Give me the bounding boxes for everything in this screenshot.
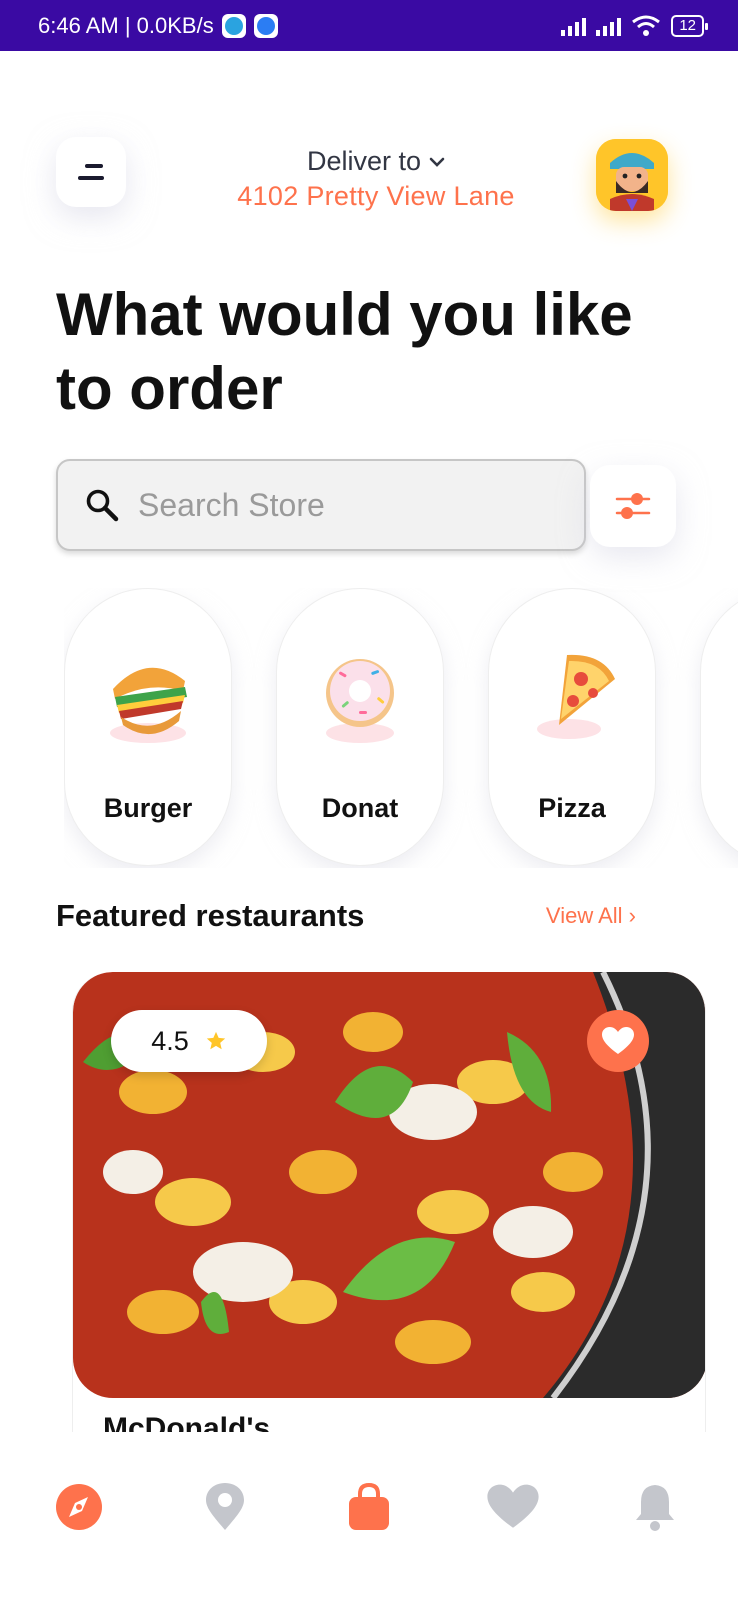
search-input[interactable] [138, 486, 538, 524]
location-pin-icon [206, 1483, 244, 1530]
phone-app-icon [253, 13, 278, 38]
category-label: Burger [103, 793, 193, 823]
nav-cart[interactable] [342, 1480, 396, 1534]
deliver-label-row: Deliver to [307, 146, 445, 177]
filter-button[interactable] [590, 465, 676, 547]
page-title: What would you like to order [56, 281, 633, 422]
rating-badge: 4.5 [111, 1010, 267, 1072]
bottom-nav [0, 1432, 738, 1600]
heart-icon [602, 1027, 634, 1054]
nav-favorites[interactable] [484, 1480, 542, 1534]
category-image [517, 641, 627, 751]
telegram-icon [221, 13, 246, 38]
category-next-peek[interactable] [700, 588, 738, 866]
heart-icon [487, 1484, 539, 1528]
category-label: Donat [321, 793, 399, 823]
category-image [305, 641, 415, 751]
restaurant-name: McDonald's [103, 1412, 271, 1432]
restaurant-image: 4.5 [73, 972, 705, 1398]
search-icon [86, 489, 119, 522]
category-donut[interactable]: Donat [276, 588, 444, 866]
nav-notifications[interactable] [628, 1480, 682, 1534]
avatar-icon [596, 139, 668, 211]
favorite-button[interactable] [587, 1010, 649, 1072]
wifi-icon [632, 15, 661, 36]
avatar[interactable] [596, 139, 668, 211]
category-burger[interactable]: Burger [64, 588, 232, 866]
category-image [93, 641, 203, 751]
signal-icon [561, 16, 587, 36]
battery-icon: 12 [671, 14, 708, 37]
section-title: Featured restaurants [56, 898, 365, 933]
rating-value: 4.5 [151, 1025, 189, 1056]
delivery-address: 4102 Pretty View Lane [237, 181, 515, 211]
category-label: Pizza [538, 793, 606, 823]
compass-icon [56, 1484, 102, 1530]
nav-location[interactable] [198, 1480, 252, 1534]
nav-explore[interactable] [52, 1480, 106, 1534]
view-all-link[interactable]: View All › [546, 903, 636, 929]
chevron-down-icon [429, 157, 445, 167]
donut-icon [326, 659, 394, 743]
burger-icon [110, 667, 187, 743]
restaurant-card[interactable]: 4.5 McDonald's [72, 972, 706, 1432]
search-bar[interactable] [56, 459, 586, 551]
deliver-label: Deliver to [306, 146, 422, 176]
star-icon [206, 1031, 225, 1050]
shopping-bag-icon [349, 1483, 389, 1530]
pizza-icon [537, 654, 615, 739]
menu-icon-line [78, 176, 104, 180]
menu-button[interactable] [56, 137, 126, 207]
filter-icon [615, 493, 651, 519]
category-pizza[interactable]: Pizza [488, 588, 656, 866]
signal-icon [596, 16, 622, 36]
status-time: 6:46 AM | 0.0KB/s [38, 12, 214, 38]
battery-level: 12 [679, 16, 696, 34]
menu-icon [85, 164, 103, 168]
featured-header: Featured restaurants View All › [56, 898, 636, 934]
deliver-to-selector[interactable]: Deliver to 4102 Pretty View Lane [226, 146, 526, 212]
bell-icon [636, 1485, 674, 1531]
status-bar: 6:46 AM | 0.0KB/s 12 [0, 0, 738, 51]
category-list: Burger Donat Pizza [64, 588, 738, 868]
